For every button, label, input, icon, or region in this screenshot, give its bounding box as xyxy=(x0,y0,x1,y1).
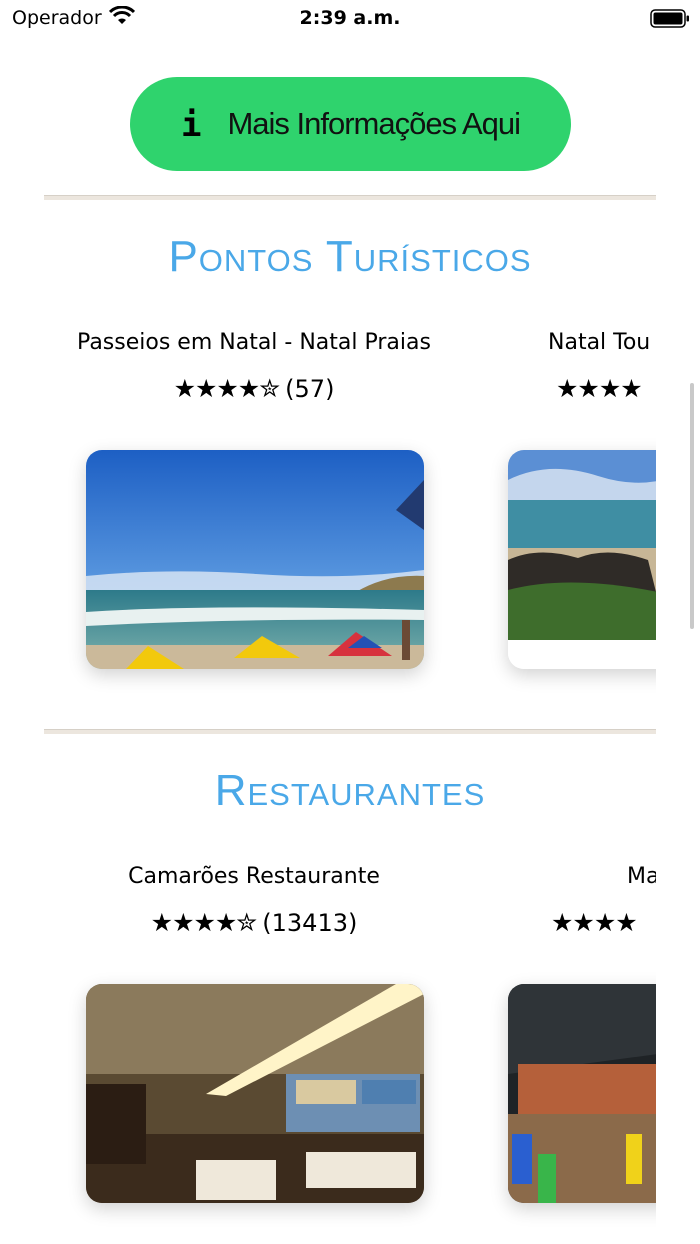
rating-stars: ★★★★✮ xyxy=(173,374,281,403)
section-title-tourism: Pontos Turísticos xyxy=(168,232,532,281)
card-title: Ma xyxy=(627,864,656,889)
card-rating: ★★★★✮ (13413) xyxy=(44,908,464,937)
rating-stars: ★★★★ xyxy=(551,908,638,937)
clock: 2:39 a.m. xyxy=(299,7,401,29)
info-icon: i xyxy=(180,105,202,145)
more-info-button[interactable]: i Mais Informações Aqui xyxy=(130,77,571,171)
card-title: Natal Tou xyxy=(548,330,651,355)
card-rating: ★★★★ xyxy=(551,908,656,937)
restaurant-hall-photo[interactable] xyxy=(508,984,656,1203)
card-title: Passeios em Natal - Natal Praias xyxy=(77,330,431,355)
card-rating: ★★★★✮ (57) xyxy=(44,374,464,403)
card-rating: ★★★★ xyxy=(556,374,656,403)
rocky-beach-photo[interactable] xyxy=(508,450,656,669)
divider xyxy=(44,729,656,734)
battery-icon xyxy=(650,9,690,33)
beach-photo[interactable] xyxy=(86,450,424,669)
review-count: (57) xyxy=(285,375,335,403)
more-info-label: Mais Informações Aqui xyxy=(227,106,521,141)
restaurants-carousel[interactable]: Camarões Restaurante ★★★★✮ (13413) Ma ★★★… xyxy=(44,864,656,1244)
scrollbar[interactable] xyxy=(690,383,694,629)
section-title-restaurants: Restaurantes xyxy=(214,766,486,815)
card-title: Camarões Restaurante xyxy=(128,864,380,889)
status-bar: Operador 2:39 a.m. xyxy=(0,0,700,40)
divider xyxy=(44,195,656,200)
tourism-carousel[interactable]: Passeios em Natal - Natal Praias ★★★★✮ (5… xyxy=(44,330,656,710)
review-count: (13413) xyxy=(262,909,358,937)
restaurant-interior-photo[interactable] xyxy=(86,984,424,1203)
rating-stars: ★★★★✮ xyxy=(150,908,258,937)
rating-stars: ★★★★ xyxy=(556,374,643,403)
